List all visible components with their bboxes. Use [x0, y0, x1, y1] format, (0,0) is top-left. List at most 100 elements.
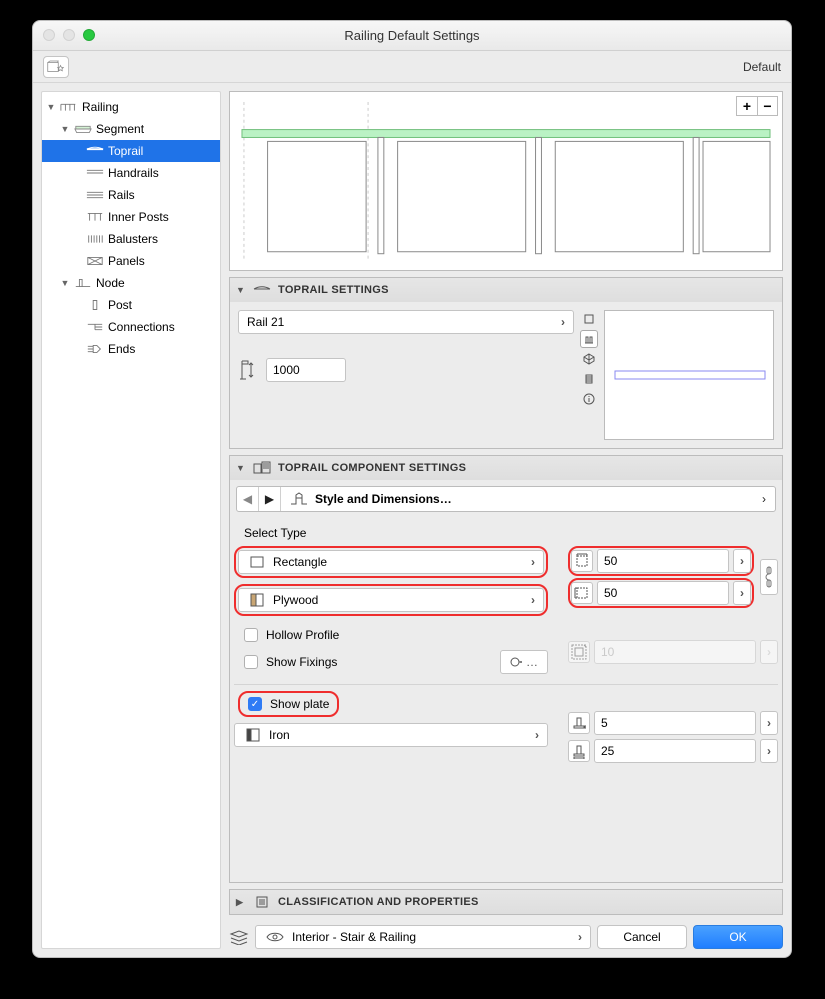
- tree-item-handrails[interactable]: Handrails: [42, 162, 220, 184]
- select-type-label: Select Type: [234, 526, 778, 546]
- chevron-right-icon: ›: [535, 728, 539, 742]
- section-title: TOPRAIL COMPONENT SETTINGS: [278, 462, 466, 474]
- main-panel: + −: [221, 83, 791, 957]
- section-title: CLASSIFICATION AND PROPERTIES: [278, 896, 479, 908]
- plate-height-more[interactable]: ›: [760, 711, 778, 735]
- cancel-button[interactable]: Cancel: [597, 925, 687, 949]
- offset-input: 10: [594, 640, 756, 664]
- tree-item-post[interactable]: Post: [42, 294, 220, 316]
- height-input[interactable]: 1000: [266, 358, 346, 382]
- titlebar: Railing Default Settings: [33, 21, 791, 51]
- plate-width-input[interactable]: 25: [594, 739, 756, 763]
- ok-button[interactable]: OK: [693, 925, 783, 949]
- plywood-icon: [247, 591, 267, 609]
- toprail-icon: [86, 145, 104, 157]
- tree-item-rails[interactable]: Rails: [42, 184, 220, 206]
- offset-more-button: ›: [760, 640, 778, 664]
- component-navigator: ◀ ▶ Style and Dimensions… ›: [236, 486, 776, 512]
- material-combo[interactable]: Plywood ›: [238, 588, 544, 612]
- tree-sidebar: ▼ Railing ▼ Segment Toprail Handrails: [41, 91, 221, 949]
- height-dim-input[interactable]: 50: [597, 581, 729, 605]
- rectangle-icon: [247, 553, 267, 571]
- tree-item-inner-posts[interactable]: Inner Posts: [42, 206, 220, 228]
- disclosure-icon: ▼: [236, 285, 246, 295]
- iron-icon: [243, 726, 263, 744]
- fixings-checkbox[interactable]: [244, 655, 258, 669]
- rail-type-combo[interactable]: Rail 21 ›: [238, 310, 574, 334]
- plate-material-combo[interactable]: Iron ›: [234, 723, 548, 747]
- ends-icon: [86, 343, 104, 355]
- window-controls: [43, 29, 95, 41]
- nav-open-button[interactable]: ›: [753, 487, 775, 511]
- balusters-icon: [86, 233, 104, 245]
- visibility-icon: [264, 926, 286, 948]
- info-button[interactable]: [580, 390, 598, 408]
- plate-width-icon: [568, 740, 590, 762]
- hollow-checkbox[interactable]: [244, 628, 258, 642]
- disclosure-icon: ▶: [236, 897, 246, 908]
- inner-posts-icon: [86, 211, 104, 223]
- shape-combo[interactable]: Rectangle ›: [238, 550, 544, 574]
- tree-item-balusters[interactable]: Balusters: [42, 228, 220, 250]
- close-button[interactable]: [43, 29, 55, 41]
- preview-mode-buttons: [580, 310, 598, 408]
- nav-page-combo[interactable]: Style and Dimensions…: [281, 487, 753, 511]
- tree-item-connections[interactable]: Connections: [42, 316, 220, 338]
- rails-icon: [86, 189, 104, 201]
- show-plate-checkbox[interactable]: ✓: [248, 697, 262, 711]
- show-plate-row[interactable]: ✓ Show plate: [242, 695, 335, 713]
- section-header-component[interactable]: ▼ TOPRAIL COMPONENT SETTINGS: [230, 456, 782, 480]
- layer-combo[interactable]: Interior - Stair & Railing ›: [255, 925, 591, 949]
- section-header-toprail[interactable]: ▼ TOPRAIL SETTINGS: [230, 278, 782, 302]
- component-section-icon: [252, 459, 272, 477]
- tree-item-railing[interactable]: ▼ Railing: [42, 96, 220, 118]
- view-2d-button[interactable]: [580, 310, 598, 328]
- width-icon: [571, 550, 593, 572]
- dialog-footer: Interior - Stair & Railing › Cancel OK: [229, 921, 783, 949]
- tree-item-toprail[interactable]: Toprail: [42, 140, 220, 162]
- mini-preview: [604, 310, 774, 440]
- chevron-right-icon: ›: [531, 593, 535, 607]
- favorites-button[interactable]: [43, 56, 69, 78]
- panels-icon: [86, 255, 104, 267]
- chevron-right-icon: ›: [561, 315, 565, 329]
- width-more-button[interactable]: ›: [733, 549, 751, 573]
- toolbar: Default: [33, 51, 791, 83]
- fixings-label: Show Fixings: [266, 655, 337, 669]
- fixings-options-button[interactable]: …: [500, 650, 548, 674]
- railing-preview: + −: [229, 91, 783, 271]
- view-elevation-button[interactable]: [580, 330, 598, 348]
- section-classification: ▶ CLASSIFICATION AND PROPERTIES: [229, 889, 783, 915]
- node-icon: [74, 277, 92, 289]
- hollow-profile-row[interactable]: Hollow Profile: [234, 624, 548, 646]
- segment-icon: [74, 123, 92, 135]
- link-dims-button[interactable]: [760, 559, 778, 595]
- settings-window: Railing Default Settings Default ▼ Raili…: [32, 20, 792, 958]
- minimize-button[interactable]: [63, 29, 75, 41]
- chevron-right-icon: ›: [531, 555, 535, 569]
- view-3d-button[interactable]: [580, 350, 598, 368]
- tree-item-node[interactable]: ▼ Node: [42, 272, 220, 294]
- offset-icon: [568, 641, 590, 663]
- railing-icon: [60, 101, 78, 113]
- tree-item-ends[interactable]: Ends: [42, 338, 220, 360]
- section-header-classification[interactable]: ▶ CLASSIFICATION AND PROPERTIES: [230, 890, 782, 914]
- plate-height-icon: [568, 712, 590, 734]
- nav-prev-button[interactable]: ◀: [237, 487, 259, 511]
- tree-item-panels[interactable]: Panels: [42, 250, 220, 272]
- view-section-button[interactable]: [580, 370, 598, 388]
- zoom-button[interactable]: [83, 29, 95, 41]
- height-more-button[interactable]: ›: [733, 581, 751, 605]
- height-icon: [238, 361, 258, 379]
- tree-item-segment[interactable]: ▼ Segment: [42, 118, 220, 140]
- window-title: Railing Default Settings: [344, 28, 479, 43]
- plate-width-more[interactable]: ›: [760, 739, 778, 763]
- content: ▼ Railing ▼ Segment Toprail Handrails: [33, 83, 791, 957]
- style-icon: [289, 490, 309, 508]
- plate-height-input[interactable]: 5: [594, 711, 756, 735]
- connections-icon: [86, 321, 104, 333]
- handrails-icon: [86, 167, 104, 179]
- layer-icon: [229, 928, 249, 946]
- nav-next-button[interactable]: ▶: [259, 487, 281, 511]
- width-input[interactable]: 50: [597, 549, 729, 573]
